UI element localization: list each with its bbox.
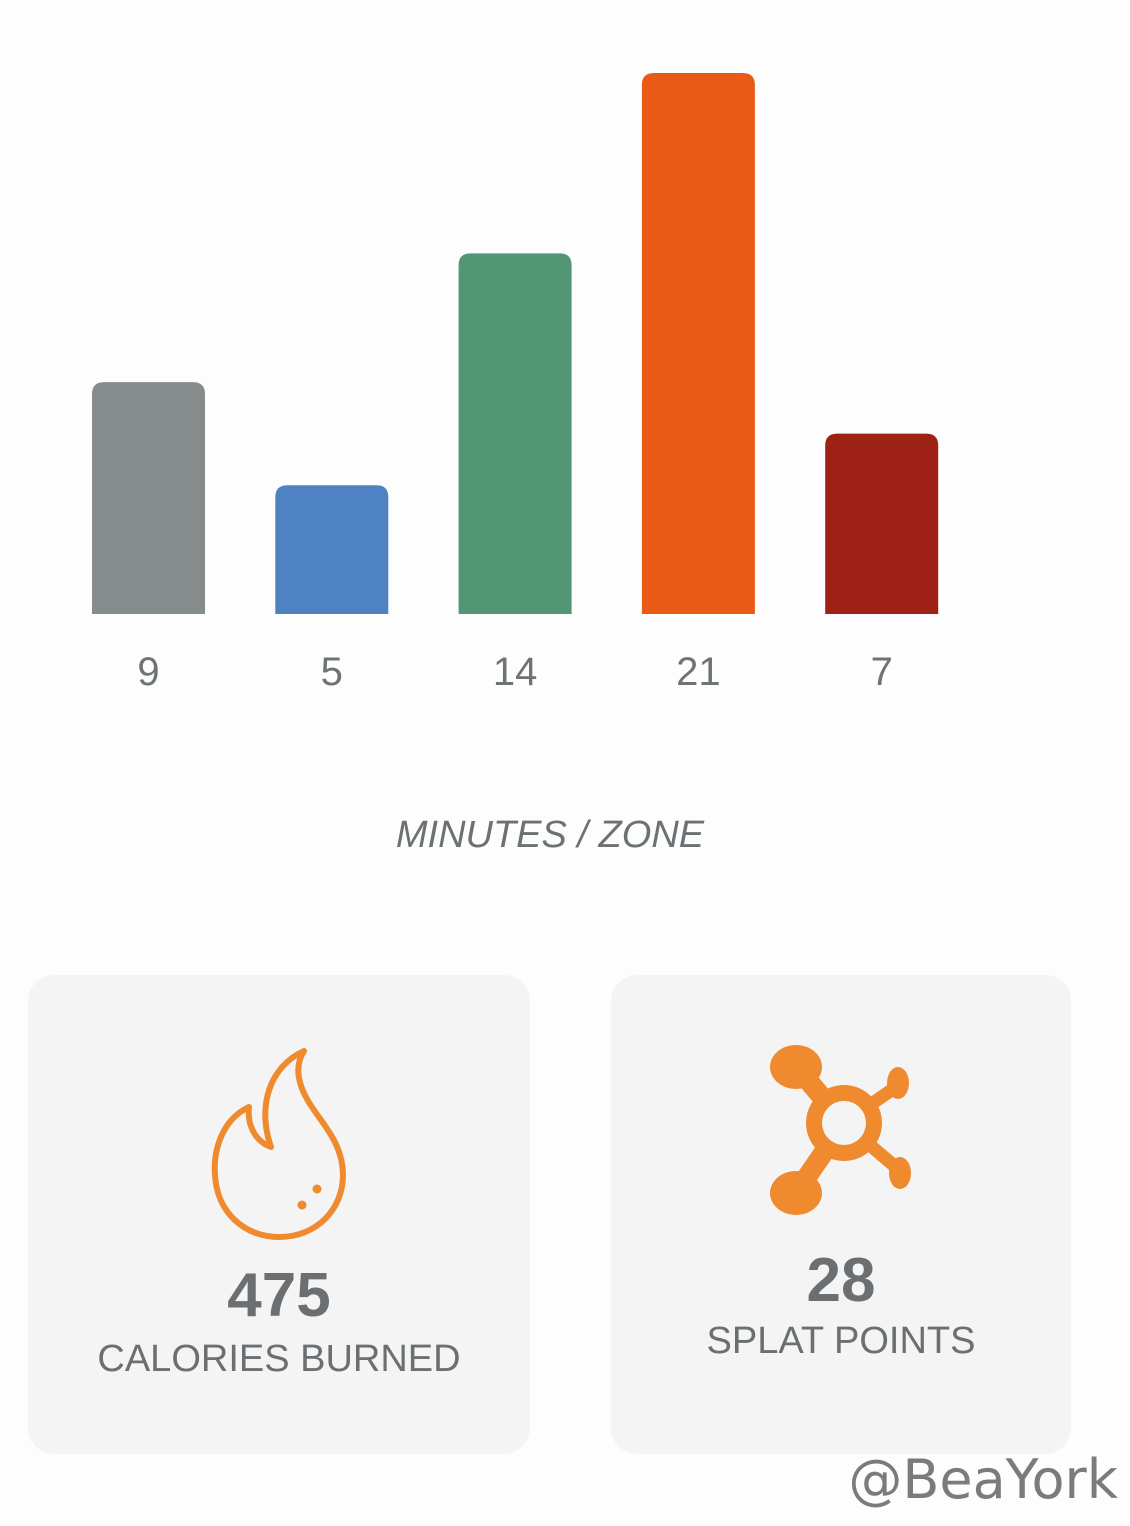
splat-value: 28 — [806, 1246, 876, 1315]
chart-bar — [641, 73, 755, 614]
splat-label: SPLAT POINTS — [706, 1320, 976, 1362]
chart-tick-label: 5 — [321, 650, 343, 694]
chart-bar — [92, 382, 205, 614]
calories-value: 475 — [227, 1261, 331, 1330]
chart-tick-label: 21 — [676, 650, 721, 694]
chart-bar — [458, 253, 572, 615]
calories-label: CALORIES BURNED — [97, 1338, 461, 1380]
splat-logo-icon — [770, 1045, 911, 1215]
zone-minutes-chart: 9 5 14 21 7 — [92, 73, 939, 694]
flame-icon — [211, 1048, 346, 1240]
chart-bar — [825, 433, 939, 614]
chart-axis-label: MINUTES / ZONE — [395, 814, 705, 856]
watermark: @BeaYork — [848, 1448, 1118, 1511]
chart-bar — [275, 485, 389, 614]
chart-tick-label: 7 — [871, 650, 893, 694]
chart-tick-label: 14 — [493, 650, 538, 694]
chart-tick-label: 9 — [137, 650, 159, 694]
calories-card: 475 CALORIES BURNED — [28, 975, 530, 1454]
splat-card: 28 SPLAT POINTS — [611, 975, 1071, 1454]
